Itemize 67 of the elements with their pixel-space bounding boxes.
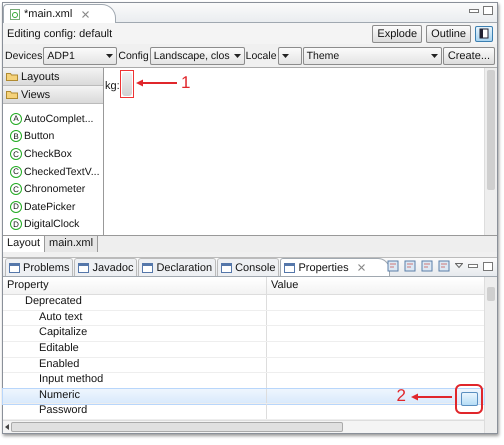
create-button[interactable]: Create... [442, 46, 495, 65]
column-header[interactable]: Property [3, 277, 267, 294]
field-label: kg: [105, 80, 120, 92]
property-row[interactable]: Capitalize [3, 326, 484, 342]
panel-icon [479, 28, 489, 40]
file-icon [10, 8, 20, 20]
view-tab[interactable]: Console [217, 258, 280, 276]
folder-icon [6, 90, 18, 100]
palette-item[interactable]: B Button [3, 128, 103, 146]
scrollbar[interactable] [484, 68, 497, 236]
editor-tab[interactable]: *main.xml [3, 4, 116, 24]
close-icon[interactable] [82, 10, 90, 18]
editor-view-tab[interactable]: main.xml [45, 236, 98, 252]
combo-label: Devices [5, 50, 42, 62]
view-tab[interactable]: Javadoc [74, 258, 138, 276]
property-row[interactable]: Enabled [3, 358, 484, 374]
scrollbar[interactable] [484, 277, 497, 434]
combo-label: Config [118, 50, 149, 62]
caret-icon [430, 54, 438, 58]
window-icon [221, 262, 232, 273]
dropdown[interactable]: Landscape, clos [150, 46, 245, 65]
scroll-left-icon[interactable] [5, 424, 9, 430]
config-label: Editing config: default [7, 28, 114, 40]
palette-item[interactable]: A AutoComplet... [3, 110, 103, 128]
caret-icon [106, 54, 114, 58]
combo-label: Locale [246, 50, 277, 62]
view-tab[interactable]: Properties [280, 258, 390, 276]
property-row[interactable]: Editable [3, 342, 484, 358]
menu-icon[interactable] [455, 263, 463, 270]
toolbar-button[interactable]: Outline [426, 24, 471, 43]
palette-item[interactable]: C CheckBox [3, 145, 103, 163]
maximize-icon[interactable] [483, 262, 493, 271]
arrow [135, 79, 177, 88]
widget-outline[interactable] [120, 70, 134, 98]
view-tab[interactable]: Declaration [138, 258, 216, 276]
window-icon [78, 262, 90, 273]
dropdown[interactable]: ADP1 [43, 46, 118, 65]
palette-item[interactable]: D DatePicker [3, 198, 103, 216]
column-header[interactable]: Value [267, 277, 302, 294]
palette-item[interactable]: D DigitalClock [3, 216, 103, 234]
callout-number: 2 [396, 387, 406, 404]
property-row[interactable]: Auto text [3, 310, 484, 326]
maximize-icon[interactable] [483, 6, 493, 15]
dropdown[interactable] [278, 46, 302, 65]
callout-number: 1 [181, 74, 190, 92]
caret-icon [234, 54, 241, 58]
close-icon[interactable] [358, 264, 365, 272]
window-icon [284, 262, 296, 273]
minimize-icon[interactable] [469, 9, 479, 13]
dropdown[interactable]: Theme [302, 46, 442, 65]
folder-icon [6, 72, 18, 82]
editor-view-tab[interactable]: Layout [3, 236, 46, 252]
palette-item[interactable]: C CheckedTextV... [3, 162, 103, 180]
arrow [410, 393, 452, 402]
palette-item[interactable]: C Chronometer [3, 180, 103, 198]
view-tab[interactable]: Problems [5, 258, 74, 276]
property-row[interactable]: Deprecated [3, 295, 484, 311]
minimize-icon[interactable] [468, 264, 478, 268]
browse-button[interactable] [461, 392, 478, 406]
window-icon [142, 262, 154, 273]
toolbar-button[interactable]: Explode [372, 24, 422, 43]
horizontal-scrollbar[interactable] [3, 420, 484, 434]
palette-group[interactable]: Views [3, 86, 103, 104]
layout-toggle-button[interactable] [475, 26, 493, 42]
caret-icon [282, 54, 289, 58]
window-icon [9, 262, 20, 273]
palette-group[interactable]: Layouts [3, 68, 103, 86]
